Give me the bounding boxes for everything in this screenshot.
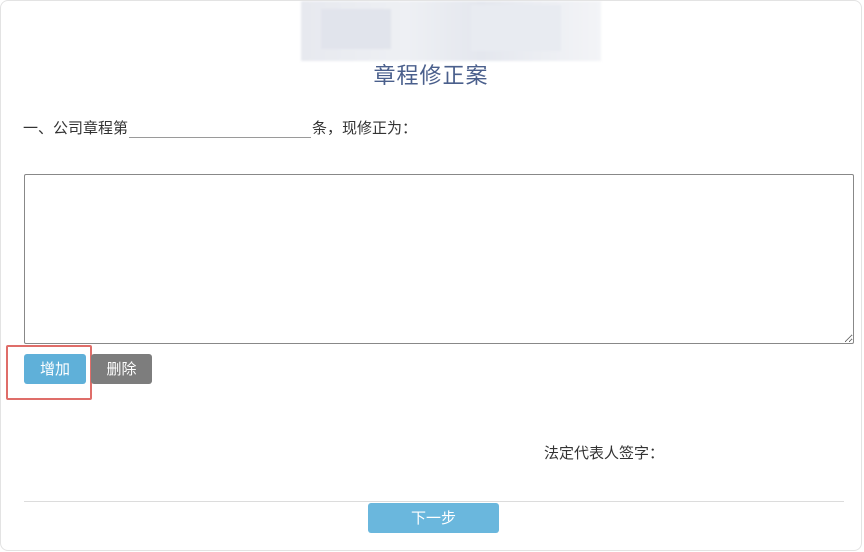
clause-suffix-label: 条，现修正为： (312, 119, 418, 137)
amendment-textarea[interactable] (24, 174, 854, 344)
next-step-button[interactable]: 下一步 (368, 503, 499, 533)
blurred-block (321, 9, 391, 49)
blurred-header-image (301, 1, 601, 61)
delete-button[interactable]: 删除 (91, 354, 152, 384)
page-title: 章程修正案 (373, 64, 489, 89)
blurred-block (471, 5, 561, 51)
legal-representative-signature-label: 法定代表人签字： (544, 444, 665, 462)
divider (24, 501, 844, 502)
clause-number-input[interactable] (129, 119, 312, 138)
clause-line: 一、公司章程第 条，现修正为： (23, 117, 417, 138)
form-container: 章程修正案 一、公司章程第 条，现修正为： 增加 删除 法定代表人签字： 下一步 (0, 0, 862, 551)
clause-prefix-label: 一、公司章程第 (23, 119, 129, 137)
add-button[interactable]: 增加 (24, 354, 86, 384)
